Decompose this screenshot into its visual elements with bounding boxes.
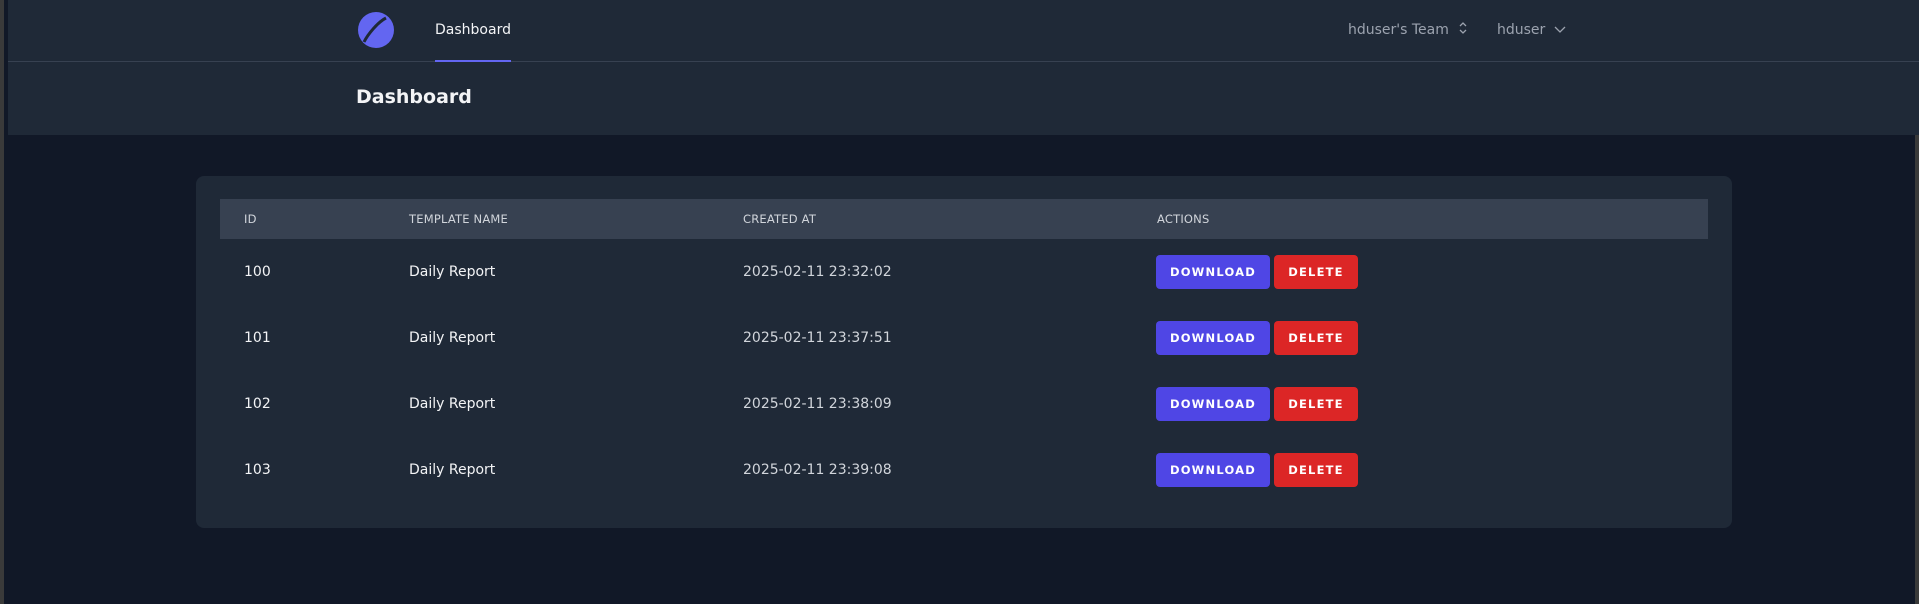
table-row: 103 Daily Report 2025-02-11 23:39:08 DOW… [220, 437, 1708, 503]
user-menu[interactable]: hduser [1497, 18, 1567, 42]
delete-button[interactable]: DELETE [1274, 321, 1358, 355]
cell-template-name: Daily Report [409, 462, 496, 478]
download-button[interactable]: DOWNLOAD [1156, 321, 1270, 355]
top-navigation: Dashboard hduser's Team hduser [8, 0, 1919, 62]
column-header-id: ID [244, 212, 257, 226]
cell-id: 103 [244, 462, 271, 478]
user-menu-label: hduser [1497, 22, 1546, 38]
table-header: ID TEMPLATE NAME CREATED AT ACTIONS [220, 199, 1708, 239]
download-button[interactable]: DOWNLOAD [1156, 453, 1270, 487]
table-row: 102 Daily Report 2025-02-11 23:38:09 DOW… [220, 371, 1708, 437]
reports-card: ID TEMPLATE NAME CREATED AT ACTIONS 100 … [196, 176, 1732, 528]
cell-template-name: Daily Report [409, 330, 496, 346]
delete-button[interactable]: DELETE [1274, 387, 1358, 421]
column-header-actions: ACTIONS [1157, 212, 1210, 226]
cell-id: 100 [244, 264, 271, 280]
cell-id: 102 [244, 396, 271, 412]
logo-icon[interactable] [356, 10, 396, 50]
cell-id: 101 [244, 330, 271, 346]
cell-created-at: 2025-02-11 23:32:02 [743, 264, 892, 280]
cell-template-name: Daily Report [409, 396, 496, 412]
page-header: Dashboard [8, 62, 1919, 135]
page-title: Dashboard [356, 86, 472, 108]
table-row: 100 Daily Report 2025-02-11 23:32:02 DOW… [220, 239, 1708, 305]
cell-created-at: 2025-02-11 23:38:09 [743, 396, 892, 412]
team-switcher-label: hduser's Team [1348, 22, 1449, 38]
cell-template-name: Daily Report [409, 264, 496, 280]
download-button[interactable]: DOWNLOAD [1156, 255, 1270, 289]
chevron-down-icon [1553, 22, 1567, 38]
team-switcher[interactable]: hduser's Team [1348, 18, 1469, 42]
column-header-template-name: TEMPLATE NAME [409, 212, 508, 226]
chevron-up-down-icon [1457, 21, 1469, 39]
table-row: 101 Daily Report 2025-02-11 23:37:51 DOW… [220, 305, 1708, 371]
download-button[interactable]: DOWNLOAD [1156, 387, 1270, 421]
delete-button[interactable]: DELETE [1274, 453, 1358, 487]
column-header-created-at: CREATED AT [743, 212, 817, 226]
app-window: Dashboard hduser's Team hduser Dashboard [0, 0, 1919, 604]
cell-created-at: 2025-02-11 23:37:51 [743, 330, 892, 346]
tab-dashboard[interactable]: Dashboard [435, 0, 511, 62]
delete-button[interactable]: DELETE [1274, 255, 1358, 289]
cell-created-at: 2025-02-11 23:39:08 [743, 462, 892, 478]
